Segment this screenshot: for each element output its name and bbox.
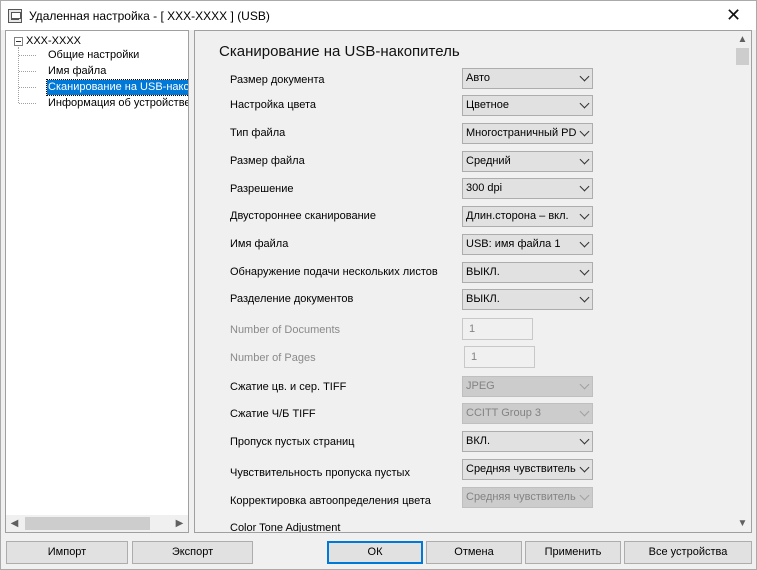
document-separation-select[interactable]: ВЫКЛ. xyxy=(462,289,593,310)
tree-connector xyxy=(19,71,36,72)
tree-item-general[interactable]: Общие настройки xyxy=(48,48,139,63)
select-value: Цветное xyxy=(466,99,509,111)
label-document-size: Размер документа xyxy=(230,74,325,86)
label-multifeed-detection: Обнаружение подачи нескольких листов xyxy=(230,266,438,278)
label-document-separation: Разделение документов xyxy=(230,293,354,305)
tree-item-device-info[interactable]: Информация об устройстве xyxy=(48,96,188,111)
chevron-down-icon xyxy=(579,126,590,137)
select-value: ВКЛ. xyxy=(466,435,491,447)
scroll-right-icon[interactable]: ▶ xyxy=(171,515,188,532)
label-blank-skip-sensitivity: Чувствительность пропуска пустых xyxy=(230,467,410,479)
tree-horizontal-scrollbar[interactable]: ◀ ▶ xyxy=(6,515,188,532)
label-resolution: Разрешение xyxy=(230,183,294,195)
chevron-down-icon xyxy=(579,181,590,192)
label-bw-tiff-compression: Сжатие Ч/Б TIFF xyxy=(230,408,316,420)
tree-root[interactable]: XXX-XXXX xyxy=(26,34,81,49)
auto-color-detect-adjust-select[interactable]: Средняя чувствительн xyxy=(462,487,593,508)
multifeed-detection-select[interactable]: ВЫКЛ. xyxy=(462,262,593,283)
bw-tiff-compression-select[interactable]: CCITT Group 3 xyxy=(462,403,593,424)
page-title: Сканирование на USB-накопитель xyxy=(219,43,460,60)
chevron-down-icon xyxy=(579,490,590,501)
chevron-down-icon xyxy=(579,379,590,390)
scroll-down-icon[interactable]: ▼ xyxy=(734,515,751,532)
resolution-select[interactable]: 300 dpi xyxy=(462,178,593,199)
number-of-documents-field[interactable]: 1 xyxy=(462,318,533,340)
chevron-down-icon xyxy=(579,209,590,220)
label-auto-color-detect-adjust: Корректировка автоопределения цвета xyxy=(230,495,431,507)
scrollbar-thumb[interactable] xyxy=(25,517,150,530)
label-file-name: Имя файла xyxy=(230,238,289,250)
duplex-scan-select[interactable]: Длин.сторона – вкл. xyxy=(462,206,593,227)
select-value: Средняя чувствительн xyxy=(466,463,576,475)
ok-button[interactable]: ОК xyxy=(327,541,423,564)
scroll-left-icon[interactable]: ◀ xyxy=(6,515,23,532)
tree-connector xyxy=(19,87,36,88)
select-value: Длин.сторона – вкл. xyxy=(466,210,569,222)
chevron-down-icon xyxy=(579,98,590,109)
tree-item-scan-to-usb[interactable]: Сканирование на USB-нако xyxy=(46,79,188,96)
chevron-down-icon xyxy=(579,154,590,165)
chevron-down-icon xyxy=(579,406,590,417)
window-title: Удаленная настройка - [ XXX-XXXX ] (USB) xyxy=(29,8,270,23)
select-value: ВЫКЛ. xyxy=(466,266,500,278)
remote-setup-window: Удаленная настройка - [ XXX-XXXX ] (USB)… xyxy=(0,0,757,570)
settings-panel: Сканирование на USB-накопитель Размер до… xyxy=(194,30,752,533)
tree-item-filename[interactable]: Имя файла xyxy=(48,64,106,79)
all-devices-button[interactable]: Все устройства xyxy=(624,541,752,564)
tree-connector xyxy=(19,103,36,104)
number-of-pages-field[interactable]: 1 xyxy=(464,346,535,368)
label-number-of-pages: Number of Pages xyxy=(230,352,316,364)
select-value: USB: имя файла 1 xyxy=(466,238,561,250)
label-number-of-documents: Number of Documents xyxy=(230,324,341,336)
select-value: JPEG xyxy=(466,380,495,392)
collapse-icon[interactable] xyxy=(14,37,23,46)
select-value: Средний xyxy=(466,155,511,167)
label-color-tiff-compression: Сжатие цв. и сер. TIFF xyxy=(230,381,347,393)
label-color-setting: Настройка цвета xyxy=(230,99,317,111)
app-icon xyxy=(8,8,22,23)
settings-vertical-scrollbar[interactable]: ▲ ▼ xyxy=(734,31,751,532)
close-button[interactable]: ✕ xyxy=(711,1,756,30)
chevron-down-icon xyxy=(579,237,590,248)
label-file-size: Размер файла xyxy=(230,155,305,167)
apply-button[interactable]: Применить xyxy=(525,541,621,564)
cancel-button[interactable]: Отмена xyxy=(426,541,522,564)
select-value: 300 dpi xyxy=(466,182,503,194)
chevron-down-icon xyxy=(579,292,590,303)
select-value: Средняя чувствительн xyxy=(466,491,576,503)
label-duplex-scan: Двустороннее сканирование xyxy=(230,210,376,222)
select-value: CCITT Group 3 xyxy=(466,407,541,419)
chevron-down-icon xyxy=(579,71,590,82)
file-name-select[interactable]: USB: имя файла 1 xyxy=(462,234,593,255)
export-button[interactable]: Экспорт xyxy=(132,541,253,564)
color-setting-select[interactable]: Цветное xyxy=(462,95,593,116)
blank-skip-sensitivity-select[interactable]: Средняя чувствительн xyxy=(462,459,593,480)
skip-blank-pages-select[interactable]: ВКЛ. xyxy=(462,431,593,452)
color-tiff-compression-select[interactable]: JPEG xyxy=(462,376,593,397)
label-file-type: Тип файла xyxy=(230,127,286,139)
title-bar: Удаленная настройка - [ XXX-XXXX ] (USB)… xyxy=(1,1,756,30)
file-size-select[interactable]: Средний xyxy=(462,151,593,172)
chevron-down-icon xyxy=(579,462,590,473)
scroll-up-icon[interactable]: ▲ xyxy=(734,31,751,48)
label-color-tone-adjustment: Color Tone Adjustment xyxy=(230,522,341,533)
scrollbar-thumb[interactable] xyxy=(736,48,749,65)
settings-tree: XXX-XXXX Общие настройки Имя файла Скани… xyxy=(5,30,189,533)
chevron-down-icon xyxy=(579,434,590,445)
import-button[interactable]: Импорт xyxy=(6,541,128,564)
select-value: Авто xyxy=(466,72,490,84)
document-size-select[interactable]: Авто xyxy=(462,68,593,89)
tree-connector xyxy=(19,55,36,56)
select-value: Многостраничный PD xyxy=(466,127,576,139)
select-value: ВЫКЛ. xyxy=(466,293,500,305)
file-type-select[interactable]: Многостраничный PD xyxy=(462,123,593,144)
label-skip-blank-pages: Пропуск пустых страниц xyxy=(230,436,355,448)
chevron-down-icon xyxy=(579,265,590,276)
